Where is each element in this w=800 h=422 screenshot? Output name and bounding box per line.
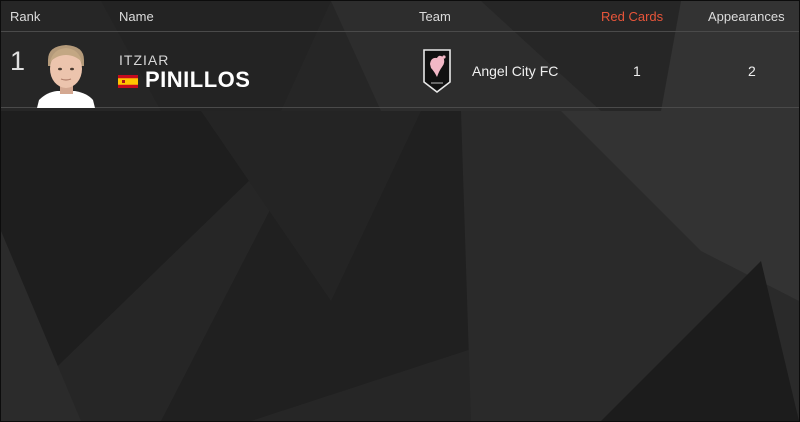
player-first-name: ITZIAR — [119, 52, 170, 68]
player-last-name[interactable]: PINILLOS — [145, 67, 250, 93]
table-header: Rank Name Team Red Cards Appearances — [1, 1, 799, 31]
leaderboard-panel: Rank Name Team Red Cards Appearances 1 I… — [0, 0, 800, 422]
rank-column-header[interactable]: Rank — [10, 9, 40, 24]
player-rank: 1 — [10, 46, 26, 76]
player-avatar — [37, 45, 95, 108]
appearances-value: 2 — [748, 63, 756, 79]
table-row[interactable]: 1 ITZIAR PINILLOS Angel City FC 1 2 — [1, 31, 799, 108]
team-name[interactable]: Angel City FC — [472, 63, 558, 79]
red-cards-column-header[interactable]: Red Cards — [601, 9, 663, 24]
team-column-header[interactable]: Team — [419, 9, 451, 24]
appearances-column-header[interactable]: Appearances — [708, 9, 785, 24]
name-column-header[interactable]: Name — [119, 9, 154, 24]
spain-flag-icon — [118, 75, 138, 88]
angel-city-crest-icon — [423, 49, 451, 94]
red-cards-value: 1 — [633, 63, 641, 79]
